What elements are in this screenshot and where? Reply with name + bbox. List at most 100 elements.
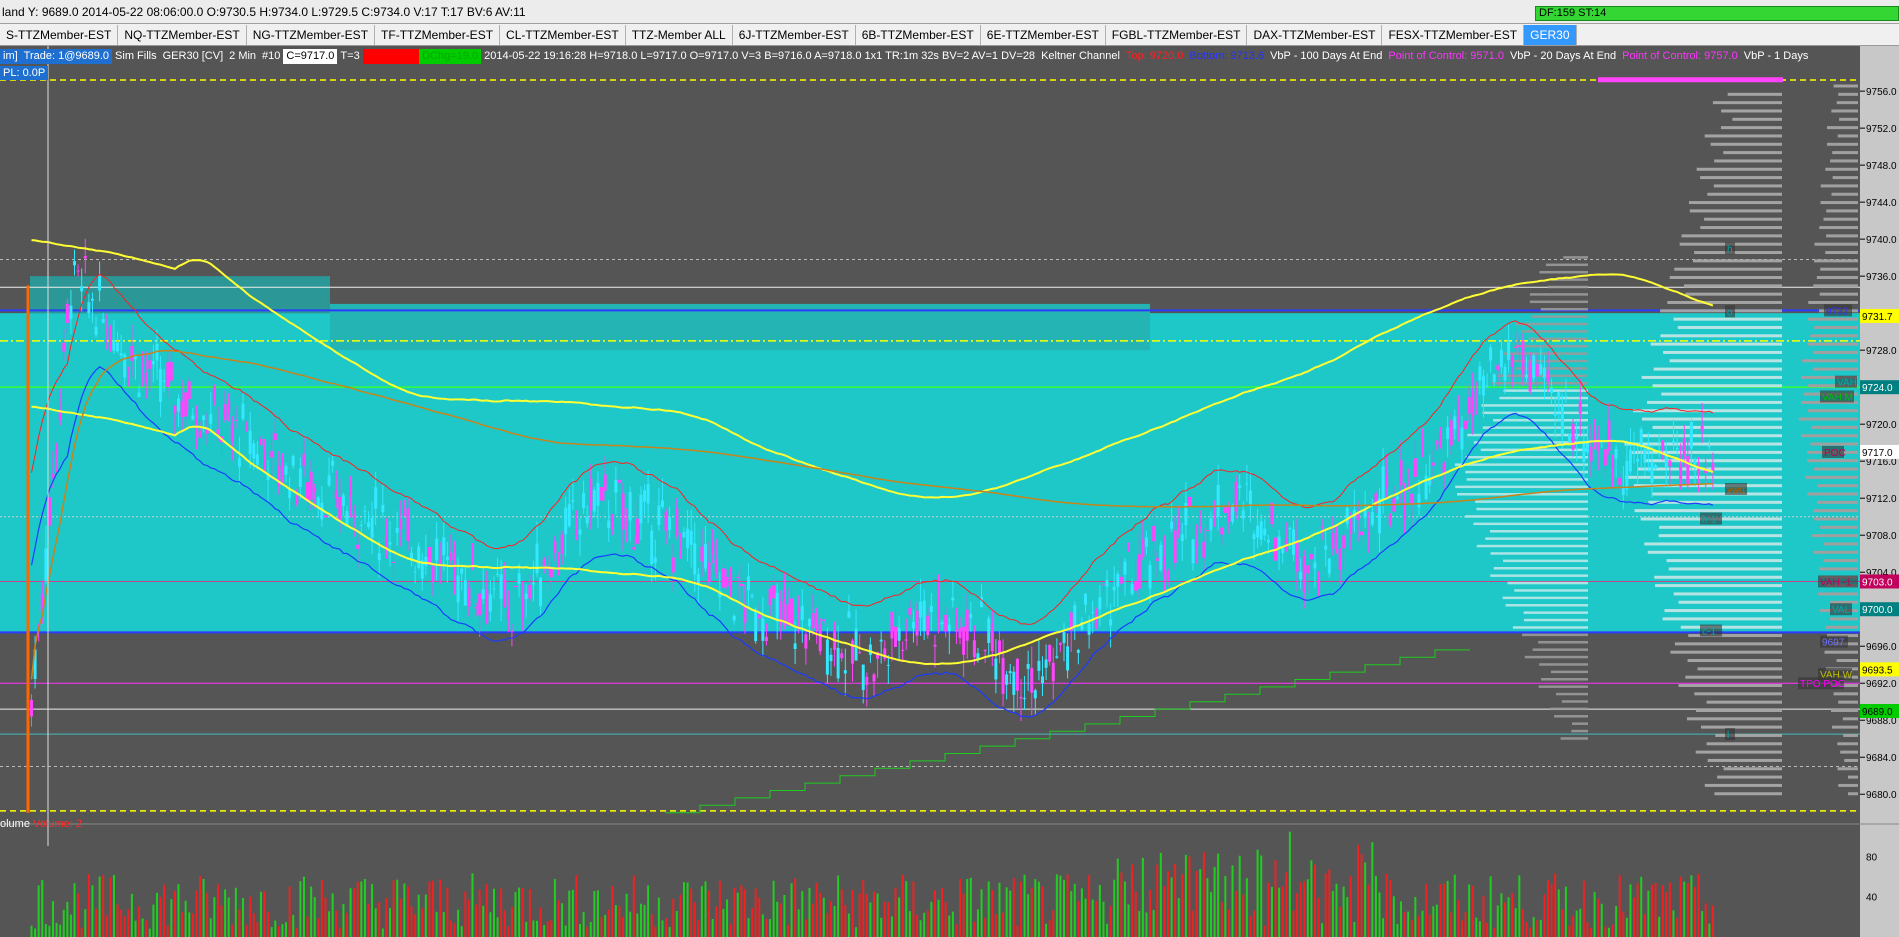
candle-body [302,454,306,466]
tab-6e-ttzmember-est[interactable]: 6E-TTZMember-EST [981,24,1106,45]
candle-body [1152,525,1156,542]
volume-bar [973,921,976,937]
volume-bar [1572,915,1575,937]
candle-body [825,639,829,675]
volume-bar [213,897,216,937]
volume-bar [858,893,861,937]
volume-bar [313,897,316,937]
volume-bar [1518,875,1521,937]
candle-body [1370,511,1374,525]
candle-body [298,468,302,488]
price-tick-label: 9684.0 [1866,753,1897,764]
chart-canvas[interactable]: 9756.0 9752.0 9748.0 9744.0 9740.0 9736.0 9732… [0,46,1899,937]
profile-bar [1669,359,1782,363]
tab-dax-ttzmember-est[interactable]: DAX-TTZMember-EST [1247,24,1383,45]
candle-body [1438,431,1442,449]
vbp1-bar [1836,101,1858,105]
volume-bar [1317,897,1320,937]
volume-bar [887,902,890,937]
candle-body [173,405,177,414]
volume-title: olume [0,818,30,830]
candle-body [1499,349,1503,368]
candle-body [130,346,134,361]
vbp1-bar [1813,467,1858,471]
volume-bar [686,882,689,937]
candle-body [1589,446,1593,462]
candle-body [1628,449,1632,472]
profile-bar [1700,226,1782,230]
candle-body [1116,574,1120,587]
session-profile-bar [1522,633,1588,637]
tab-6b-ttzmember-est[interactable]: 6B-TTZMember-EST [856,24,981,45]
volume-bar [263,891,266,937]
tab-cl-ttzmember-est[interactable]: CL-TTZMember-EST [500,24,626,45]
candle-body [678,551,682,554]
candle-body [578,529,582,535]
level-tag: VAH [1837,378,1857,389]
volume-bar [1342,886,1345,937]
profile-bar [1655,584,1782,588]
profile-bar [1653,367,1782,371]
volume-bar [242,898,245,937]
candle-body [582,492,586,509]
tab-s-ttzmember-est[interactable]: S-TTZMember-EST [0,24,119,45]
tab-tf-ttzmember-est[interactable]: TF-TTZMember-EST [375,24,501,45]
volume-bar [59,924,62,937]
volume-bar [1514,908,1517,937]
candle-body [1582,440,1586,462]
tab-ng-ttzmember-est[interactable]: NG-TTZMember-EST [247,24,376,45]
candle-body [1643,449,1647,462]
volume-bar [492,888,495,937]
volume-bar [855,927,858,937]
ticks-label: T=3 [340,50,360,62]
candle-body [1532,355,1536,379]
volume-bar [704,881,707,937]
volume-bar [833,905,836,937]
candle-body [1073,605,1077,627]
vbp1-bar [1820,184,1858,188]
tab-nq-ttzmember-est[interactable]: NQ-TTZMember-EST [118,24,247,45]
session-profile-bar [1561,700,1588,703]
volume-bar [600,917,603,937]
candle-body [868,644,872,655]
candle-body [1331,533,1335,549]
tab-6j-ttzmember-est[interactable]: 6J-TTZMember-EST [733,24,856,45]
tab-fesx-ttzmember-est[interactable]: FESX-TTZMember-EST [1382,24,1525,45]
volume-bar [593,891,596,937]
session-profile-bar [1473,522,1588,526]
candle-body [1578,401,1582,414]
volume-bar [1389,879,1392,937]
volume-bar [238,909,241,937]
price-chart[interactable]: 9756.0 9752.0 9748.0 9744.0 9740.0 9736.0 9732… [0,46,1899,937]
volume-bar [338,927,341,937]
volume-bar [1116,858,1119,937]
candle-body [1661,440,1665,451]
volume-bar [1256,849,1259,937]
candle-body [922,600,926,632]
vbp1-bar [1813,350,1858,354]
profile-bar [1700,176,1782,180]
price-label: 9731.7 [1862,312,1893,323]
volume-bar [1575,910,1578,937]
candle-body [843,670,847,674]
candle-body [621,493,625,530]
bar-info-label: 2014-05-22 19:16:28 H=9718.0 L=9717.0 O=… [484,50,1036,62]
tab-ger30[interactable]: GER30 [1524,24,1577,45]
volume-bar [1260,855,1263,937]
volume-bar [417,894,420,937]
dchg-negative-label: DChg=-14 [362,49,420,64]
profile-bar [1654,575,1782,579]
volume-bar [518,887,521,937]
volume-bar [622,916,625,937]
tab-fgbl-ttzmember-est[interactable]: FGBL-TTZMember-EST [1106,24,1248,45]
volume-bar [668,926,671,937]
candle-body [1062,632,1066,644]
volume-bar [1134,891,1137,937]
candle-body [506,610,510,620]
volume-bar [467,899,470,937]
candle-body [295,496,299,505]
top-status-bar: land Y: 9689.0 2014-05-22 08:06:00.0 O:9… [0,0,1899,24]
volume-bar [1686,882,1689,937]
tab-ttz-member-all[interactable]: TTZ-Member ALL [626,24,733,45]
volume-bar [1471,885,1474,937]
